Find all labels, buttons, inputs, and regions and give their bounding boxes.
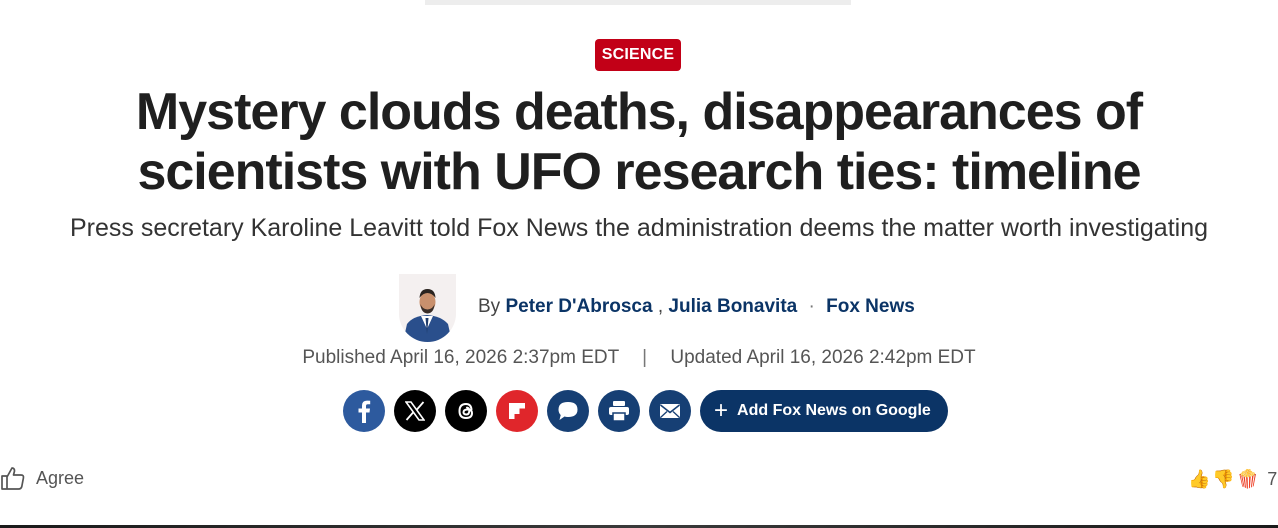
reactions-summary[interactable]: 👍 👎 🍿 72 bbox=[1188, 465, 1278, 493]
article-dates: Published April 16, 2026 2:37pm EDT | Up… bbox=[0, 346, 1278, 370]
article-headline: Mystery clouds deaths, disappearances of… bbox=[135, 83, 1143, 201]
email-icon bbox=[660, 404, 680, 418]
author-avatar[interactable] bbox=[399, 274, 456, 342]
published-date: Published April 16, 2026 2:37pm EDT bbox=[302, 347, 619, 368]
ad-placeholder-bar bbox=[425, 0, 851, 5]
agree-button[interactable]: Agree bbox=[0, 464, 84, 492]
flipboard-icon bbox=[509, 403, 525, 419]
byline: By Peter D'Abrosca , Julia Bonavita · Fo… bbox=[478, 295, 915, 319]
popcorn-emoji-icon: 🍿 bbox=[1236, 468, 1260, 489]
comments-button[interactable] bbox=[547, 390, 589, 432]
thumbs-up-emoji-icon: 👍 bbox=[1188, 468, 1211, 489]
reaction-count: 72 bbox=[1267, 468, 1278, 489]
share-facebook-button[interactable] bbox=[343, 390, 385, 432]
facebook-icon bbox=[358, 400, 371, 423]
x-icon bbox=[405, 401, 425, 421]
share-x-button[interactable] bbox=[394, 390, 436, 432]
author-link-2[interactable]: Julia Bonavita bbox=[668, 296, 797, 317]
plus-icon: + bbox=[714, 397, 729, 424]
thumbs-up-outline-icon bbox=[1, 467, 25, 490]
updated-date: Updated April 16, 2026 2:42pm EDT bbox=[670, 347, 976, 368]
share-toolbar: + Add Fox News on Google bbox=[343, 389, 948, 433]
add-google-label: Add Fox News on Google bbox=[737, 402, 931, 419]
author-photo-icon bbox=[399, 274, 456, 342]
author-separator: , bbox=[657, 296, 664, 317]
print-button[interactable] bbox=[598, 390, 640, 432]
source-link[interactable]: Fox News bbox=[826, 296, 915, 317]
category-badge[interactable]: SCIENCE bbox=[595, 39, 681, 71]
share-threads-button[interactable] bbox=[445, 390, 487, 432]
date-divider: | bbox=[642, 347, 648, 368]
thumbs-down-emoji-icon: 👎 bbox=[1212, 468, 1235, 489]
agree-label: Agree bbox=[36, 467, 85, 488]
byline-prefix: By bbox=[478, 296, 501, 317]
byline-dot-separator: · bbox=[808, 296, 815, 317]
threads-icon bbox=[458, 402, 474, 420]
share-flipboard-button[interactable] bbox=[496, 390, 538, 432]
article-subheadline: Press secretary Karoline Leavitt told Fo… bbox=[69, 214, 1208, 242]
print-icon bbox=[609, 401, 629, 422]
add-fox-news-on-google-button[interactable]: + Add Fox News on Google bbox=[700, 390, 948, 432]
author-link-1[interactable]: Peter D'Abrosca bbox=[505, 296, 652, 317]
email-share-button[interactable] bbox=[649, 390, 691, 432]
comments-icon bbox=[558, 402, 578, 420]
